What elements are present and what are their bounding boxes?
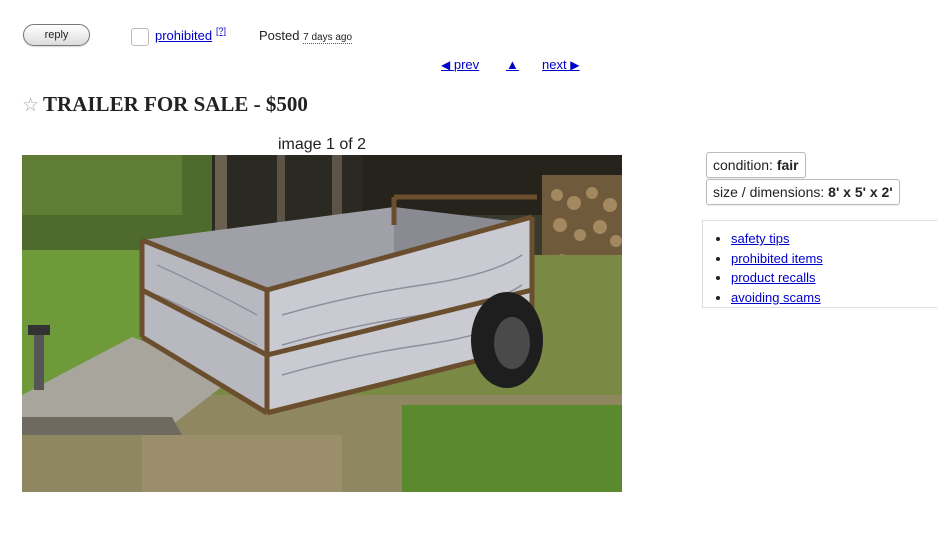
- avoiding-scams-link[interactable]: avoiding scams: [731, 290, 821, 305]
- posting-photo[interactable]: [22, 155, 622, 492]
- prev-label: prev: [453, 57, 480, 72]
- attr-size: size / dimensions: 8' x 5' x 2': [706, 179, 900, 205]
- triangle-right-icon: ▶: [570, 58, 580, 72]
- posted-label: Posted: [259, 28, 300, 43]
- triangle-left-icon: ◀: [441, 58, 451, 72]
- list-item: prohibited items: [731, 249, 937, 269]
- attr-condition-value: fair: [776, 157, 799, 173]
- attr-condition: condition: fair: [706, 152, 806, 178]
- posted-info: Posted 7 days ago: [259, 28, 353, 44]
- posting-title: ☆ TRAILER FOR SALE - $500: [22, 92, 308, 117]
- posted-ago: 7 days ago: [303, 32, 353, 44]
- safety-links-box: safety tips prohibited items product rec…: [702, 220, 937, 308]
- attr-size-value: 8' x 5' x 2': [828, 184, 893, 200]
- list-item: safety tips: [731, 229, 937, 249]
- flag-prohibited-link[interactable]: prohibited: [155, 28, 212, 43]
- list-item: product recalls: [731, 268, 937, 288]
- flag-help-link[interactable]: [?]: [216, 26, 226, 36]
- favorite-star-icon[interactable]: ☆: [22, 95, 39, 116]
- safety-tips-link[interactable]: safety tips: [731, 231, 790, 246]
- image-counter: image 1 of 2: [278, 136, 367, 153]
- prohibited-items-link[interactable]: prohibited items: [731, 251, 823, 266]
- prev-link[interactable]: ◀ prev: [441, 57, 479, 72]
- next-label: next: [542, 57, 567, 72]
- product-recalls-link[interactable]: product recalls: [731, 270, 816, 285]
- up-link[interactable]: ▲: [506, 57, 519, 72]
- reply-button[interactable]: reply: [23, 24, 90, 46]
- attr-size-label: size / dimensions:: [713, 184, 825, 200]
- triangle-up-icon: ▲: [506, 57, 519, 72]
- flag-checkbox[interactable]: [131, 28, 149, 46]
- posting-title-text: TRAILER FOR SALE - $500: [43, 92, 308, 116]
- list-item: avoiding scams: [731, 288, 937, 308]
- attr-condition-label: condition:: [713, 157, 773, 173]
- safety-links-list: safety tips prohibited items product rec…: [703, 229, 937, 307]
- next-link[interactable]: next ▶: [542, 57, 579, 72]
